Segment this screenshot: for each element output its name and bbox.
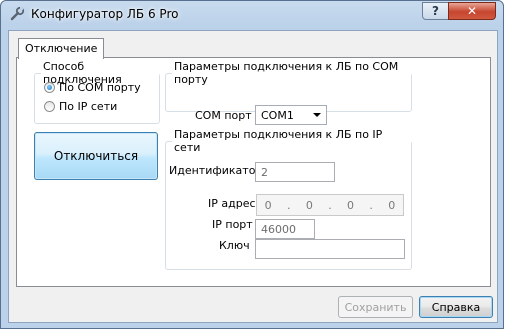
- key-label: Ключ: [219, 239, 250, 252]
- com-params-group: Параметры подключения к ЛБ по COM порту …: [165, 60, 412, 125]
- ip-octet: 0: [388, 198, 396, 212]
- ip-dot: .: [369, 198, 373, 212]
- wrench-icon: [10, 6, 25, 21]
- key-field[interactable]: [255, 239, 405, 259]
- tab-disconnect[interactable]: Отключение: [18, 38, 105, 59]
- close-icon: ✕: [466, 4, 478, 18]
- ip-octet: 0: [347, 198, 355, 212]
- tab-panel: Способ подключения По COM порту По IP се…: [16, 57, 491, 287]
- chevron-down-icon: [313, 113, 321, 117]
- question-icon: ?: [432, 4, 439, 18]
- ip-octet: 0: [305, 198, 313, 212]
- radio-com-port-label: По COM порту: [59, 81, 141, 94]
- help-button[interactable]: Справка: [419, 296, 493, 318]
- window-title: Конфигуратор ЛБ 6 Pro: [31, 7, 179, 21]
- help-title-button[interactable]: ?: [422, 2, 449, 20]
- com-port-select[interactable]: COM1: [255, 105, 327, 125]
- radio-unselected-icon: [44, 101, 55, 112]
- save-button[interactable]: Сохранить: [338, 296, 413, 318]
- radio-com-port[interactable]: По COM порту: [44, 81, 141, 94]
- identifier-label: Идентификатор: [169, 164, 263, 177]
- radio-ip-network-label: По IP сети: [59, 100, 118, 113]
- dialog-client-area: Отключение Способ подключения По COM пор…: [8, 30, 498, 323]
- com-port-label: COM порт: [195, 109, 252, 122]
- radio-ip-network[interactable]: По IP сети: [44, 100, 117, 113]
- app-window: Конфигуратор ЛБ 6 Pro ? ✕ Отключение Спо…: [0, 0, 504, 329]
- identifier-field[interactable]: 2: [255, 162, 335, 182]
- ip-params-legend: Параметры подключения к ЛБ по IP сети: [174, 128, 383, 154]
- com-params-legend: Параметры подключения к ЛБ по COM порту: [174, 60, 399, 86]
- ip-port-field[interactable]: 46000: [255, 219, 315, 239]
- com-port-value: COM1: [261, 109, 294, 122]
- title-bar[interactable]: Конфигуратор ЛБ 6 Pro ? ✕: [1, 1, 503, 29]
- disconnect-button[interactable]: Отключиться: [34, 132, 158, 180]
- ip-address-label: IP адрес: [208, 197, 256, 210]
- ip-dot: .: [287, 198, 291, 212]
- radio-selected-icon: [44, 82, 55, 93]
- ip-octet: 0: [264, 198, 272, 212]
- ip-port-label: IP порт: [212, 218, 253, 231]
- ip-address-field[interactable]: 0. 0. 0. 0: [256, 194, 404, 216]
- ip-dot: .: [328, 198, 332, 212]
- close-button[interactable]: ✕: [448, 2, 496, 20]
- ip-params-group: Параметры подключения к ЛБ по IP сети Ид…: [165, 128, 412, 270]
